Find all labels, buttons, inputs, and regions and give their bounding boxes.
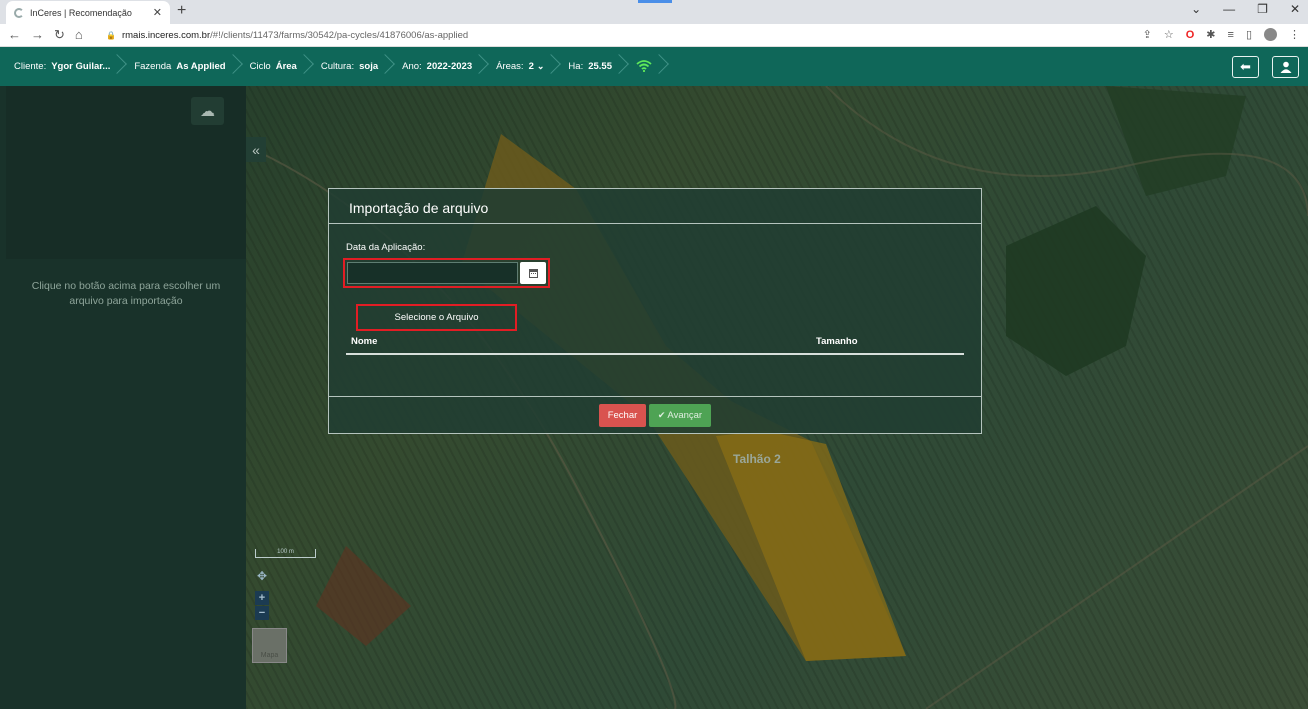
basemap-switcher[interactable]: Mapa	[252, 628, 287, 663]
chevron-down-icon: ⌄	[536, 61, 545, 71]
tab-title: InCeres | Recomendação	[30, 7, 132, 18]
url-path: /#!/clients/11473/farms/30542/pa-cycles/…	[210, 29, 469, 41]
map-scale-bar: 100 m	[255, 549, 316, 558]
application-date-input[interactable]	[347, 262, 518, 284]
collapse-sidebar-button[interactable]: «	[246, 137, 266, 162]
reading-list-icon[interactable]: ≡	[1228, 29, 1234, 41]
sidebar: ☁ Clique no botão acima para escolher um…	[0, 86, 246, 709]
lock-icon: 🔒	[106, 30, 116, 40]
profile-avatar-icon[interactable]	[1264, 28, 1277, 41]
next-button-label: Avançar	[667, 410, 703, 421]
crumb-label: Ano:	[402, 61, 422, 72]
opera-extension-icon[interactable]: O	[1186, 29, 1195, 41]
crumb-connection	[630, 47, 670, 86]
crumb-label: Fazenda	[134, 61, 172, 72]
column-header-name: Nome	[351, 336, 378, 347]
crumb-value: soja	[359, 61, 379, 72]
field-label: Talhão 2	[733, 452, 781, 466]
share-icon[interactable]: ⇪	[1143, 28, 1152, 41]
crumb-areas-dropdown[interactable]: Áreas: 2 ⌄	[490, 47, 562, 86]
user-menu-button[interactable]	[1272, 56, 1299, 78]
crumb-value: 2022-2023	[426, 61, 473, 72]
reload-icon[interactable]: ↻	[54, 27, 65, 43]
crumb-value: Área	[275, 61, 297, 72]
field-polygon	[316, 546, 411, 646]
pan-move-icon[interactable]: ✥	[257, 569, 267, 583]
crumb-label: Ciclo	[249, 61, 271, 72]
sidebar-message-line: arquivo para importação	[69, 295, 183, 307]
import-file-dialog: Importação de arquivo Data da Aplicação:…	[328, 188, 982, 434]
nav-icons: ← → ↻ ⌂	[0, 27, 100, 43]
application-date-label: Data da Aplicação:	[346, 242, 426, 253]
forest-patch	[1006, 206, 1146, 376]
puzzle-extensions-icon[interactable]: ✱	[1206, 28, 1215, 41]
divider	[329, 223, 981, 224]
calendar-button[interactable]	[520, 262, 546, 284]
extension-icons: ⇪ ☆ O ✱ ≡ ▯ ⋮	[1143, 28, 1300, 41]
browser-tab[interactable]: InCeres | Recomendação ✕	[6, 1, 170, 24]
arrow-left-icon: ⬅	[1240, 59, 1251, 74]
crumb-cycle[interactable]: Ciclo Área	[244, 47, 315, 86]
crumb-year[interactable]: Ano: 2022-2023	[396, 47, 490, 86]
url-host: rmais.inceres.com.br	[121, 29, 211, 41]
sidebar-message: Clique no botão acima para escolher um a…	[6, 279, 246, 309]
zoom-out-button[interactable]: −	[255, 606, 269, 620]
crumb-label: Cultura:	[320, 61, 355, 72]
forest-patch	[1106, 86, 1246, 196]
menu-kebab-icon[interactable]: ⋮	[1289, 28, 1300, 41]
wifi-icon	[636, 59, 652, 75]
column-header-size: Tamanho	[816, 336, 858, 347]
crumb-value: 25.55	[588, 61, 612, 72]
road-line	[925, 445, 1308, 709]
close-button[interactable]: Fechar	[599, 404, 646, 427]
crumb-value: As Applied	[176, 61, 226, 72]
upload-button[interactable]: ☁	[191, 97, 224, 125]
check-icon: ✔	[657, 410, 666, 420]
app-header: Cliente: Ygor Guilar... Fazenda As Appli…	[0, 47, 1308, 86]
calendar-icon	[528, 268, 538, 278]
minimize-icon[interactable]: —	[1223, 2, 1235, 16]
browser-toolbar: ← → ↻ ⌂ 🔒 rmais.inceres.com.br /#!/clien…	[0, 24, 1308, 47]
crumb-label: Cliente:	[14, 61, 47, 72]
tab-search-icon[interactable]: ⌄	[1191, 2, 1201, 16]
address-bar[interactable]: 🔒 rmais.inceres.com.br /#!/clients/11473…	[106, 30, 468, 41]
next-button[interactable]: ✔ Avançar	[649, 404, 711, 427]
loading-indicator	[638, 0, 672, 3]
table-header-divider	[346, 353, 964, 355]
breadcrumb: Cliente: Ygor Guilar... Fazenda As Appli…	[0, 47, 670, 86]
zoom-in-button[interactable]: +	[255, 591, 269, 605]
double-chevron-left-icon: «	[252, 141, 260, 158]
crumb-farm[interactable]: Fazenda As Applied	[128, 47, 243, 86]
side-panel-icon[interactable]: ▯	[1246, 28, 1252, 41]
back-icon[interactable]: ←	[8, 27, 21, 43]
date-field-highlight	[343, 258, 550, 288]
select-file-button[interactable]: Selecione o Arquivo	[356, 304, 517, 331]
loading-favicon-icon	[14, 7, 24, 18]
dialog-title: Importação de arquivo	[349, 200, 489, 216]
tab-close-icon[interactable]: ✕	[153, 6, 162, 19]
back-button[interactable]: ⬅	[1232, 56, 1259, 78]
home-icon[interactable]: ⌂	[75, 27, 83, 43]
window-controls: ⌄ — ❐ ✕	[1191, 2, 1300, 16]
crumb-client[interactable]: Cliente: Ygor Guilar...	[14, 47, 128, 86]
sidebar-message-line: Clique no botão acima para escolher um	[31, 280, 221, 292]
close-window-icon[interactable]: ✕	[1290, 2, 1300, 16]
crumb-hectares: Ha: 25.55	[562, 47, 630, 86]
new-tab-button[interactable]: +	[177, 2, 186, 20]
cloud-upload-icon: ☁	[200, 103, 215, 120]
crumb-culture[interactable]: Cultura: soja	[315, 47, 396, 86]
crumb-label: Áreas:	[496, 61, 524, 72]
user-icon	[1280, 61, 1291, 73]
crumb-value: 2	[528, 61, 534, 72]
divider	[329, 396, 981, 397]
forward-icon[interactable]: →	[31, 27, 44, 43]
browser-tabbar: InCeres | Recomendação ✕ + ⌄ — ❐ ✕	[0, 0, 1308, 24]
crumb-label: Ha:	[568, 61, 584, 72]
bookmark-star-icon[interactable]: ☆	[1164, 28, 1174, 41]
restore-icon[interactable]: ❐	[1257, 2, 1268, 16]
crumb-value: Ygor Guilar...	[51, 61, 111, 72]
